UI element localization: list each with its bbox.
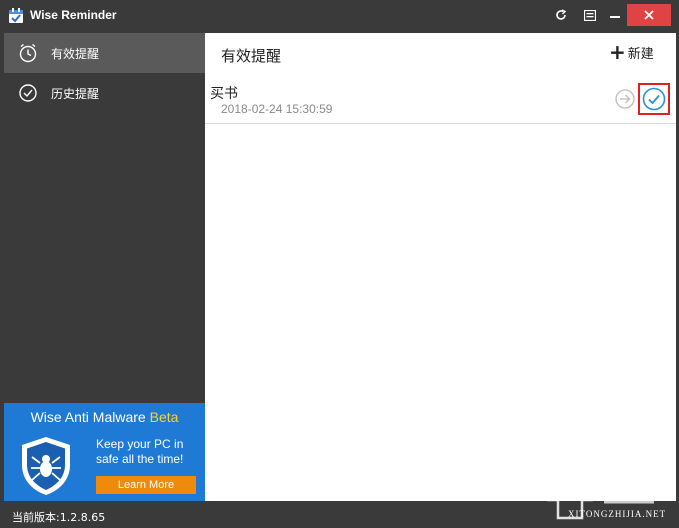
arrow-right-circle-icon[interactable]	[615, 89, 635, 109]
sidebar: 有效提醒 历史提醒	[4, 33, 205, 403]
ad-text: Keep your PC in safe all the time!	[96, 437, 184, 466]
ad-banner[interactable]: Wise Anti Malware Beta Keep your PC in s…	[4, 403, 205, 501]
minimize-icon	[610, 16, 620, 18]
close-button[interactable]	[627, 4, 671, 26]
complete-button[interactable]	[638, 83, 670, 115]
ad-title-text: Wise Anti Malware	[30, 409, 146, 425]
plus-icon: +	[609, 40, 626, 64]
app-logo-icon	[9, 8, 23, 23]
sidebar-item-label: 有效提醒	[51, 47, 100, 61]
watermark-text: XITONGZHIJIA.NET	[568, 509, 667, 519]
reminder-time: 2018-02-24 15:30:59	[221, 102, 333, 116]
ad-title: Wise Anti Malware Beta	[4, 409, 205, 425]
app-window: Wise Reminder 有效提醒 历史提醒 Wise Anti Malwar…	[0, 0, 679, 528]
close-icon	[644, 10, 654, 20]
title-bar: Wise Reminder	[0, 0, 679, 32]
new-reminder-button[interactable]: + 新建	[609, 41, 654, 63]
shield-spider-icon	[22, 437, 70, 495]
page-title: 有效提醒	[221, 47, 282, 65]
app-title: Wise Reminder	[30, 8, 117, 22]
clock-icon	[19, 43, 37, 63]
reminder-row[interactable]: 买书 2018-02-24 15:30:59	[205, 75, 676, 124]
sidebar-item-label: 历史提醒	[51, 87, 100, 101]
menu-button[interactable]	[576, 0, 604, 30]
check-circle-icon	[19, 84, 37, 102]
main-panel: 有效提醒 + 新建 买书 2018-02-24 15:30:59	[205, 33, 676, 501]
menu-icon	[584, 9, 596, 21]
ad-beta-badge: Beta	[149, 409, 179, 425]
sidebar-item-active-reminders[interactable]: 有效提醒	[4, 33, 205, 73]
version-label: 当前版本:1.2.8.65	[12, 511, 106, 524]
new-reminder-label: 新建	[627, 46, 654, 62]
check-circle-icon	[642, 87, 666, 111]
reminder-name: 买书	[210, 86, 238, 102]
refresh-icon	[556, 9, 567, 20]
refresh-button[interactable]	[547, 0, 575, 30]
learn-more-button[interactable]: Learn More	[96, 476, 196, 494]
minimize-button[interactable]	[601, 0, 629, 30]
sidebar-item-history-reminders[interactable]: 历史提醒	[4, 73, 205, 113]
